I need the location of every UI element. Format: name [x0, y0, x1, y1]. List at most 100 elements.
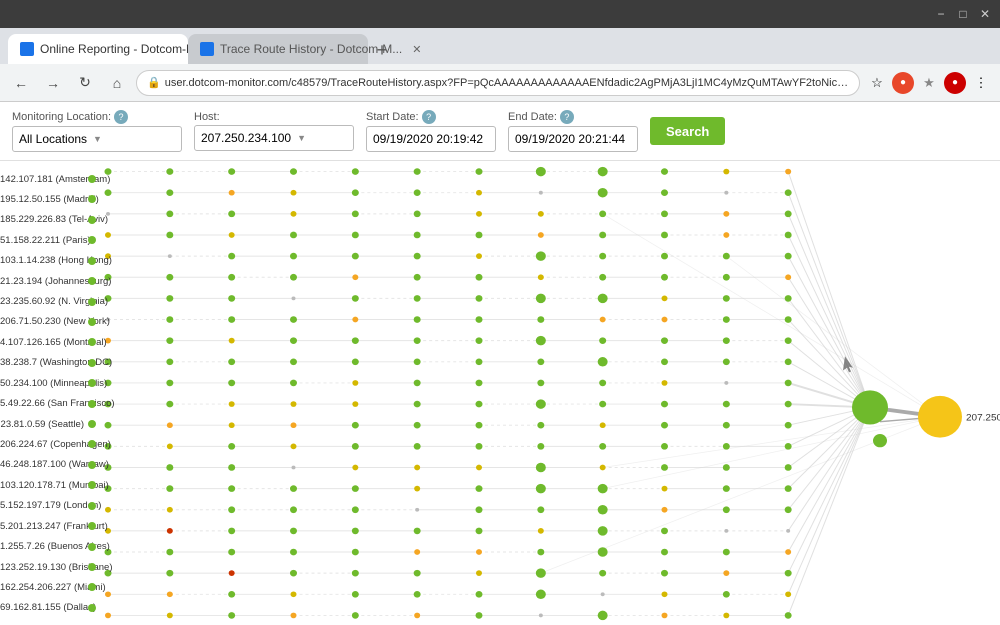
- location-label: 23.81.0.59 (Seattle): [0, 419, 88, 430]
- monitoring-location-field: Monitoring Location: ? All Locations ▼: [12, 110, 182, 152]
- tab-close-2[interactable]: ✕: [412, 43, 421, 56]
- end-date-field: End Date: ?: [508, 110, 638, 152]
- location-row: 21.23.194 (Johannesburg): [0, 271, 96, 291]
- star-icon[interactable]: ☆: [866, 72, 888, 94]
- tab-bar: Online Reporting - Dotcom-Mo... ✕ Trace …: [0, 28, 1000, 64]
- location-label: 103.120.178.71 (Mumbai): [0, 480, 88, 491]
- location-label: 185.229.226.83 (Tel-Aviv): [0, 214, 88, 225]
- location-dot: [88, 318, 96, 326]
- start-date-field: Start Date: ?: [366, 110, 496, 152]
- back-button[interactable]: ←: [8, 70, 34, 96]
- location-row: 1.255.7.26 (Buenos Aires): [0, 537, 96, 557]
- location-dot: [88, 502, 96, 510]
- page-content: Monitoring Location: ? All Locations ▼ H…: [0, 102, 1000, 625]
- host-select-arrow: ▼: [297, 133, 306, 143]
- location-label: 5.152.197.179 (London): [0, 500, 88, 511]
- location-label: 51.158.22.211 (Paris): [0, 235, 88, 246]
- ext-icon-2[interactable]: ★: [918, 72, 940, 94]
- location-row: 5.152.197.179 (London): [0, 496, 96, 516]
- location-dot: [88, 420, 96, 428]
- location-row: 69.162.81.155 (Dallas): [0, 598, 96, 618]
- start-date-help[interactable]: ?: [422, 110, 436, 124]
- location-row: 51.158.22.211 (Paris): [0, 230, 96, 250]
- start-date-input[interactable]: [366, 126, 496, 152]
- location-row: 50.234.100 (Minneapolis): [0, 373, 96, 393]
- end-date-help[interactable]: ?: [560, 110, 574, 124]
- search-button[interactable]: Search: [650, 117, 725, 145]
- location-row: 103.1.14.238 (Hong Kong): [0, 251, 96, 271]
- location-dot: [88, 400, 96, 408]
- location-row: 46.248.187.100 (Warsaw): [0, 455, 96, 475]
- url-text: user.dotcom-monitor.com/c48579/TraceRout…: [165, 77, 849, 89]
- location-dot: [88, 461, 96, 469]
- location-dot: [88, 359, 96, 367]
- location-label: 123.252.19.130 (Brisbane): [0, 562, 88, 573]
- location-row: 195.12.50.155 (Madrid): [0, 189, 96, 209]
- location-row: 142.107.181 (Amsterdam): [0, 169, 96, 189]
- location-label: 69.162.81.155 (Dallas): [0, 602, 88, 613]
- new-tab-button[interactable]: +: [368, 36, 396, 64]
- location-row: 123.252.19.130 (Brisbane): [0, 557, 96, 577]
- location-dot: [88, 175, 96, 183]
- location-label: 206.71.50.230 (New York): [0, 316, 88, 327]
- browser-extensions: ☆ ● ★ ● ⋮: [866, 72, 992, 94]
- location-row: 103.120.178.71 (Mumbai): [0, 475, 96, 495]
- tab-2[interactable]: Trace Route History - Dotcom-M... ✕: [188, 34, 368, 64]
- location-label: 5.49.22.66 (San Francisco): [0, 398, 88, 409]
- tab-label-1: Online Reporting - Dotcom-Mo...: [40, 42, 213, 56]
- tab-1[interactable]: Online Reporting - Dotcom-Mo... ✕: [8, 34, 188, 64]
- tab-favicon-1: [20, 42, 34, 56]
- start-date-label: Start Date: ?: [366, 110, 496, 124]
- location-label: 195.12.50.155 (Madrid): [0, 194, 88, 205]
- lock-icon: 🔒: [147, 76, 161, 89]
- monitoring-location-help[interactable]: ?: [114, 110, 128, 124]
- location-row: 206.224.67 (Copenhagen): [0, 434, 96, 454]
- location-dot: [88, 298, 96, 306]
- monitoring-location-select[interactable]: All Locations ▼: [12, 126, 182, 152]
- end-date-label: End Date: ?: [508, 110, 638, 124]
- forward-button[interactable]: →: [40, 70, 66, 96]
- location-row: 162.254.206.227 (Miami): [0, 577, 96, 597]
- close-button[interactable]: ✕: [978, 7, 992, 21]
- tab-favicon-2: [200, 42, 214, 56]
- location-label: 5.201.213.247 (Frankfurt): [0, 521, 88, 532]
- trace-route-svg: 207.250.234.100 (dmage...): [88, 161, 1000, 625]
- svg-text:207.250.234.100 (dmage...): 207.250.234.100 (dmage...): [966, 413, 1000, 424]
- location-row: 206.71.50.230 (New York): [0, 312, 96, 332]
- location-label: 1.255.7.26 (Buenos Aires): [0, 541, 88, 552]
- refresh-button[interactable]: ↻: [72, 70, 98, 96]
- url-bar[interactable]: 🔒 user.dotcom-monitor.com/c48579/TraceRo…: [136, 70, 860, 96]
- location-dot: [88, 257, 96, 265]
- location-label: 50.234.100 (Minneapolis): [0, 378, 88, 389]
- location-row: 5.201.213.247 (Frankfurt): [0, 516, 96, 536]
- home-button[interactable]: ⌂: [104, 70, 130, 96]
- location-row: 185.229.226.83 (Tel-Aviv): [0, 210, 96, 230]
- monitoring-location-label: Monitoring Location: ?: [12, 110, 182, 124]
- minimize-button[interactable]: −: [934, 7, 948, 21]
- location-row: 23.235.60.92 (N. Virginia): [0, 292, 96, 312]
- location-dot: [88, 604, 96, 612]
- location-label: 46.248.187.100 (Warsaw): [0, 459, 88, 470]
- select-arrow: ▼: [93, 134, 102, 144]
- ext-icon-1[interactable]: ●: [892, 72, 914, 94]
- location-label: 206.224.67 (Copenhagen): [0, 439, 88, 450]
- menu-button[interactable]: ⋮: [970, 72, 992, 94]
- end-date-input[interactable]: [508, 126, 638, 152]
- host-field: Host: 207.250.234.100 ▼: [194, 111, 354, 151]
- location-row: 4.107.126.165 (Montreal): [0, 332, 96, 352]
- location-row: 38.238.7 (Washington DC): [0, 353, 96, 373]
- location-label: 162.254.206.227 (Miami): [0, 582, 88, 593]
- ext-icon-3[interactable]: ●: [944, 72, 966, 94]
- location-label: 21.23.194 (Johannesburg): [0, 276, 88, 287]
- host-select[interactable]: 207.250.234.100 ▼: [194, 125, 354, 151]
- location-label: 142.107.181 (Amsterdam): [0, 174, 88, 185]
- location-row: 5.49.22.66 (San Francisco): [0, 394, 96, 414]
- location-dot: [88, 563, 96, 571]
- nav-bar: ← → ↻ ⌂ 🔒 user.dotcom-monitor.com/c48579…: [0, 64, 1000, 102]
- location-row: 23.81.0.59 (Seattle): [0, 414, 96, 434]
- location-label: 4.107.126.165 (Montreal): [0, 337, 88, 348]
- location-label: 38.238.7 (Washington DC): [0, 357, 88, 368]
- title-bar: − □ ✕: [0, 0, 1000, 28]
- viz-area: 207.250.234.100 (dmage...) 142.107.181 (…: [0, 161, 1000, 625]
- maximize-button[interactable]: □: [956, 7, 970, 21]
